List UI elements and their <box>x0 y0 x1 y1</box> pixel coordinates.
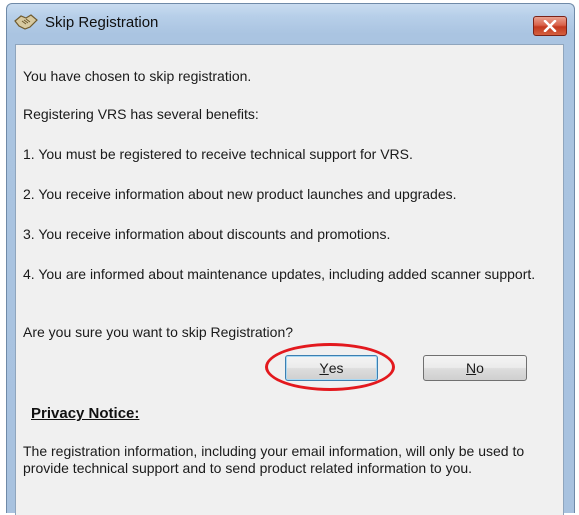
no-button[interactable]: No <box>423 355 527 381</box>
skip-message: You have chosen to skip registration. <box>23 68 252 84</box>
benefit-item: 1. You must be registered to receive tec… <box>23 146 413 162</box>
confirm-question: Are you sure you want to skip Registrati… <box>23 324 294 340</box>
no-label: o <box>476 360 484 376</box>
benefit-item: 3. You receive information about discoun… <box>23 226 391 242</box>
privacy-notice-text: The registration information, including … <box>23 443 525 476</box>
close-button[interactable] <box>533 16 567 36</box>
privacy-notice-title: Privacy Notice: <box>31 405 140 422</box>
benefits-intro: Registering VRS has several benefits: <box>23 106 259 122</box>
benefit-item: 2. You receive information about new pro… <box>23 186 457 202</box>
title-bar[interactable]: Skip Registration <box>7 4 574 42</box>
close-icon <box>543 20 557 32</box>
yes-mnemonic: Y <box>319 360 329 376</box>
no-mnemonic: N <box>466 360 477 376</box>
window-title: Skip Registration <box>45 14 159 31</box>
yes-label: es <box>328 360 344 376</box>
handshake-icon <box>13 12 39 32</box>
yes-button[interactable]: Yes <box>285 355 378 381</box>
benefit-item: 4. You are informed about maintenance up… <box>23 266 536 282</box>
